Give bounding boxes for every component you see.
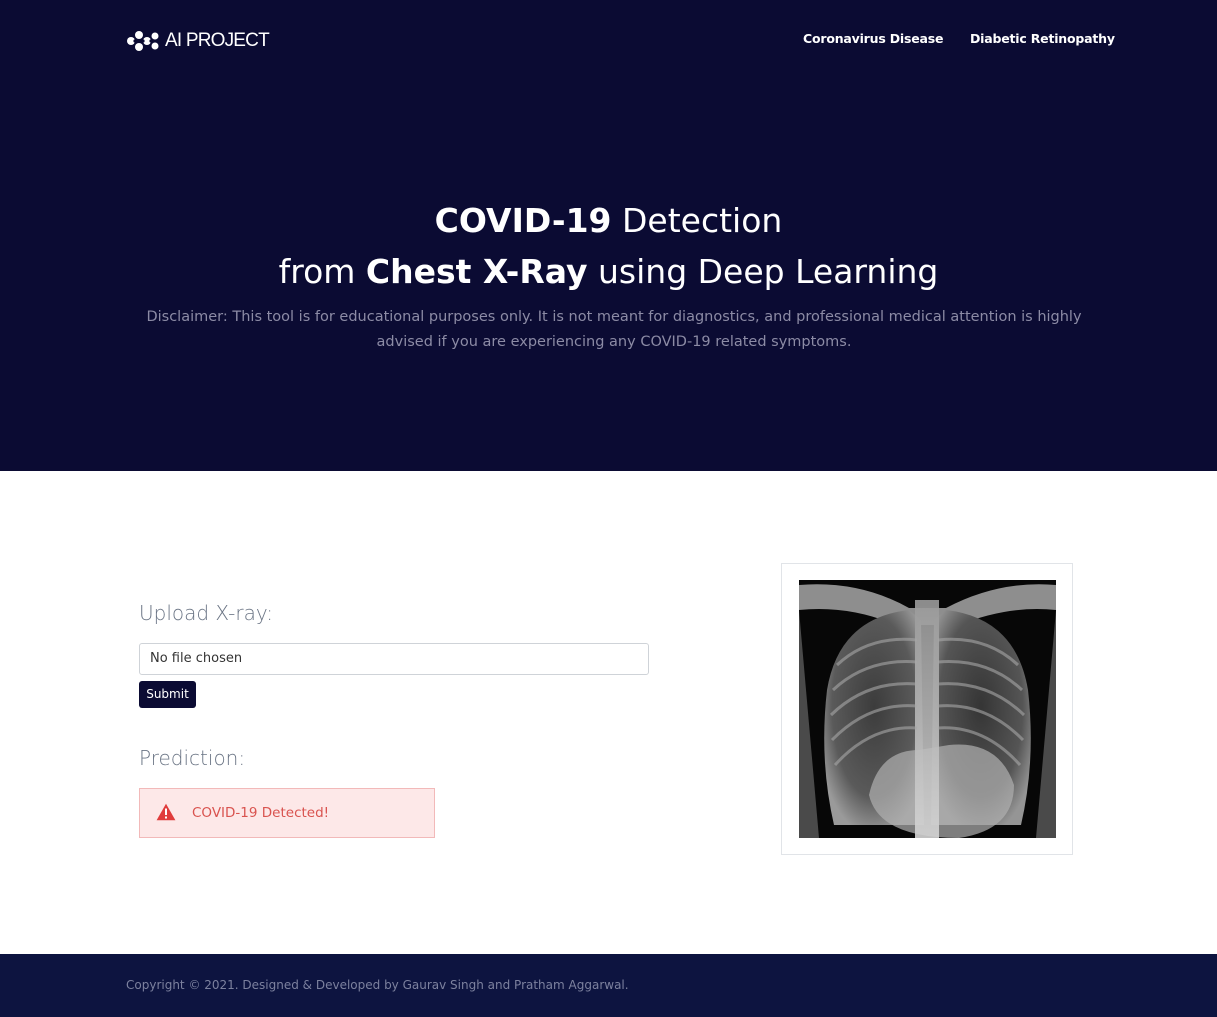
logo-text: AI PROJECT xyxy=(165,30,270,51)
file-status: No file chosen xyxy=(150,651,243,666)
xray-preview-card xyxy=(781,563,1073,855)
warning-icon xyxy=(156,803,176,821)
hero-title-line-2: from Chest X-Ray using Deep Learning xyxy=(0,252,1217,292)
footer-copyright: Copyright © 2021. Designed & Developed b… xyxy=(126,978,629,992)
prediction-alert: COVID-19 Detected! xyxy=(139,788,435,838)
xray-image xyxy=(799,580,1056,838)
nav-diabetic-retinopathy[interactable]: Diabetic Retinopathy xyxy=(970,31,1115,46)
logo-icon xyxy=(127,31,159,51)
footer: Copyright © 2021. Designed & Developed b… xyxy=(0,954,1217,1017)
prediction-label: Prediction: xyxy=(139,746,246,770)
nav-coronavirus-disease[interactable]: Coronavirus Disease xyxy=(803,31,943,46)
submit-button[interactable]: Submit xyxy=(139,681,196,708)
logo[interactable]: AI PROJECT xyxy=(126,30,270,52)
file-input[interactable]: No file chosen xyxy=(139,643,649,675)
upload-label: Upload X-ray: xyxy=(139,601,273,625)
hero-title-bold-1: COVID-19 xyxy=(434,201,612,240)
hero-title-pre-2: from xyxy=(278,252,366,291)
hero-section: AI PROJECT Coronavirus Disease Diabetic … xyxy=(0,0,1217,471)
hero-title-bold-2: Chest X-Ray xyxy=(365,252,588,291)
hero-title-line-1: COVID-19 Detection xyxy=(0,201,1217,241)
disclaimer: Disclaimer: This tool is for educational… xyxy=(146,309,1082,350)
hero-title-post-2: using Deep Learning xyxy=(587,252,939,291)
prediction-result: COVID-19 Detected! xyxy=(192,805,330,821)
hero-title-rest-1: Detection xyxy=(611,201,783,240)
